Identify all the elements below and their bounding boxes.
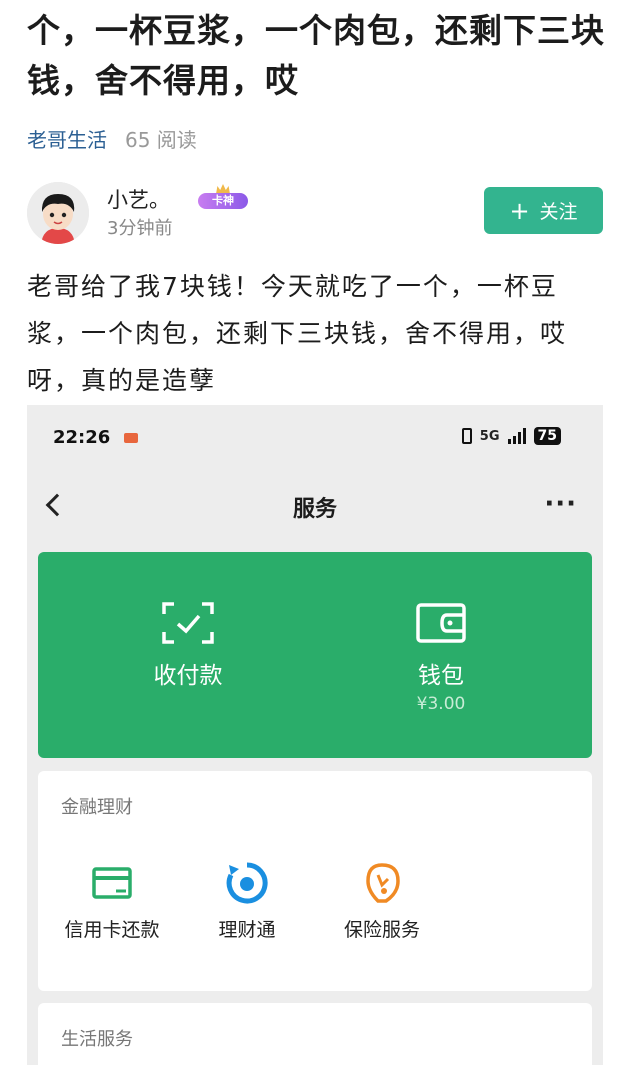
crown-badge-icon: 卡神	[192, 184, 254, 212]
wallet-balance: ¥3.00	[416, 694, 466, 714]
finance-card: 金融理财 信用卡还款 理财通 保险服务	[38, 771, 592, 991]
finance-item-label: 保险服务	[343, 919, 420, 941]
badge-label: 卡神	[198, 193, 248, 209]
plus-icon: +	[509, 196, 530, 225]
follow-button[interactable]: + 关注	[484, 187, 603, 234]
finance-title: 金融理财	[61, 797, 133, 818]
status-bar-right: 5G 75	[461, 427, 561, 445]
wallet-button[interactable]: 钱包 ¥3.00	[341, 602, 541, 714]
signal-icon	[507, 428, 526, 444]
credit-card-repay-button[interactable]: 信用卡还款	[42, 861, 182, 942]
life-services-title: 生活服务	[61, 1029, 133, 1050]
article-meta: 老哥生活 65 阅读	[27, 126, 197, 154]
credit-card-icon	[90, 861, 134, 905]
source-link[interactable]: 老哥生活	[27, 126, 107, 154]
read-count: 65 阅读	[125, 128, 197, 152]
scan-pay-icon	[162, 602, 214, 644]
battery-icon: 75	[533, 427, 561, 445]
author-row: 小艺。 卡神 3分钟前 + 关注	[27, 182, 603, 246]
vibrate-icon	[461, 428, 472, 444]
embedded-screenshot: 22:26 5G 75 服务 ··· 收付款 钱包 ¥3.00 金融理财 信用卡…	[27, 405, 603, 1065]
status-bar-left: 22:26	[53, 427, 139, 448]
insurance-icon	[360, 861, 404, 905]
network-label: 5G	[479, 428, 500, 444]
avatar[interactable]	[27, 182, 89, 244]
wallet-icon	[415, 602, 467, 644]
nav-bar: 服务 ···	[27, 485, 603, 529]
follow-label: 关注	[539, 201, 578, 223]
finance-item-label: 理财通	[218, 919, 276, 941]
notification-icon	[124, 432, 139, 443]
licaitong-icon	[225, 861, 269, 905]
pay-label: 收付款	[153, 663, 223, 689]
article-title: 个，一杯豆浆，一个肉包，还剩下三块钱，舍不得用，哎	[27, 11, 605, 100]
pay-button[interactable]: 收付款	[88, 602, 288, 690]
finance-item-label: 信用卡还款	[64, 919, 160, 941]
more-dots-icon[interactable]: ···	[544, 489, 577, 519]
pay-wallet-card: 收付款 钱包 ¥3.00	[38, 552, 592, 758]
avatar-cartoon-icon	[27, 182, 89, 244]
licaitong-button[interactable]: 理财通	[177, 861, 317, 942]
wallet-label: 钱包	[418, 663, 464, 689]
insurance-button[interactable]: 保险服务	[312, 861, 452, 942]
life-services-card: 生活服务	[38, 1003, 592, 1065]
post-time: 3分钟前	[107, 218, 173, 239]
nav-title: 服务	[292, 497, 337, 522]
author-name[interactable]: 小艺。	[107, 184, 170, 214]
status-time: 22:26	[53, 427, 111, 448]
article-body: 老哥给了我7块钱！今天就吃了一个，一杯豆浆，一个肉包，还剩下三块钱，舍不得用，哎…	[27, 272, 568, 395]
